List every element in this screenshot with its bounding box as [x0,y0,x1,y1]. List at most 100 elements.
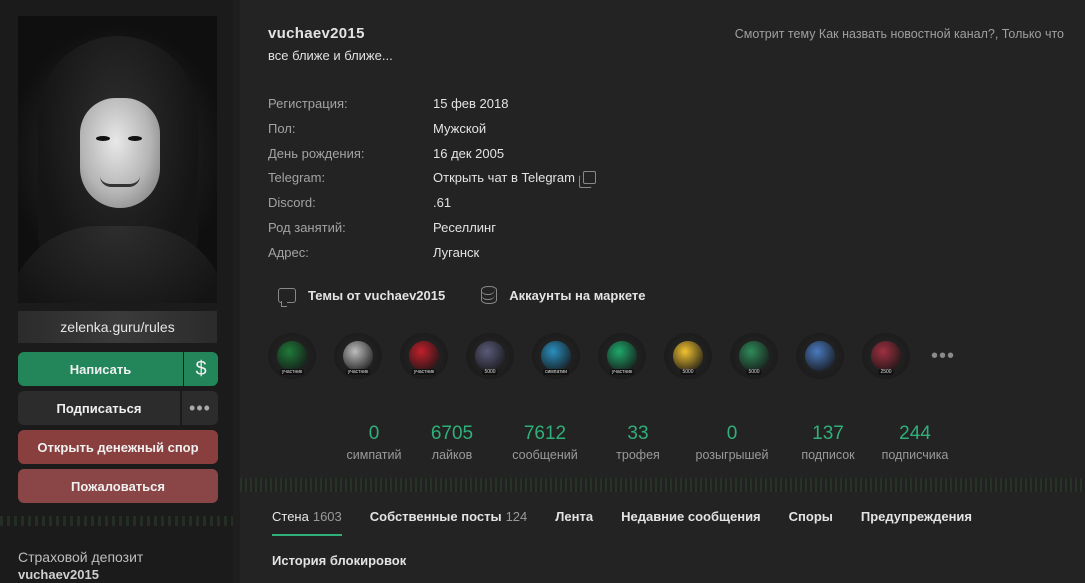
info-row-birthday: День рождения: 16 дек 2005 [268,146,788,171]
heart-5000-badge-icon[interactable]: 5000 [664,333,712,379]
info-value: Луганск [433,244,480,260]
tab-warnings[interactable]: Предупреждения [847,500,986,532]
tab-ban-history[interactable]: История блокировок [258,544,420,576]
counter-label: розыгрышей [695,448,769,462]
counter-label: симпатий [346,448,402,462]
profile-status: все ближе и ближе... [268,48,393,63]
tab-row: Стена 1603 Собственные посты 124 Лента Нед… [258,500,1078,536]
tab-label: История блокировок [272,552,407,568]
valorant-badge-icon[interactable]: участник [400,333,448,379]
market-accounts-link[interactable]: Аккаунты на маркете [480,286,646,304]
insurance-deposit-username[interactable]: vuchaev2015 [18,567,99,582]
decorative-separator [240,478,1085,492]
copy-icon[interactable] [578,171,596,189]
tab-feed[interactable]: Лента [541,500,607,532]
trophy-caption: участник [345,369,371,375]
counter-label: подписчика [881,448,949,462]
user-topics-label: Темы от vuchaev2015 [308,287,446,303]
report-button[interactable]: Пожаловаться [18,469,218,503]
insurance-deposit-label: Страховой депозит [18,549,144,565]
likes-5000-badge-icon[interactable]: 5000 [730,333,778,379]
counter-value: 244 [899,423,931,444]
messages-5000-badge-icon[interactable]: 5000 [466,333,514,379]
info-key: Пол: [268,120,296,136]
counter-label: трофея [616,448,660,462]
database-icon [480,286,498,304]
info-row-telegram: Telegram: Открыть чат в Telegram [268,170,788,195]
counter-value: 0 [726,423,738,444]
trophy-core [673,341,703,371]
avatar-eye-left [96,136,110,141]
counter-value: 0 [368,423,380,444]
user-title-banner: zelenka.guru/rules [18,311,217,343]
trophy-caption: 5000 [680,369,696,375]
counter-item[interactable]: 0 розыгрышей [678,423,786,462]
info-row-registration: Регистрация: 15 фев 2018 [268,96,788,121]
info-key: День рождения: [268,145,365,161]
counter-item[interactable]: 7612 сообщений [492,423,598,462]
profile-info-list: Регистрация: 15 фев 2018 Пол: Мужской Де… [268,96,788,270]
tab-label: Недавние сообщения [621,508,761,524]
subscribe-button[interactable]: Подписаться [18,391,180,425]
trophy-core [541,341,571,371]
counter-item[interactable]: 33 трофея [598,423,678,462]
bot-badge-icon[interactable] [796,333,844,379]
chat-icon [278,287,296,307]
trophy-caption: симпатии [543,369,569,375]
info-value: Мужской [433,120,487,136]
counter-label: сообщений [512,448,578,462]
info-row-address: Адрес: Луганск [268,245,788,270]
counter-value: 33 [627,423,649,444]
tab-row: История блокировок [258,544,1078,576]
counter-label: лайков [431,448,473,462]
trophy-core [475,341,505,371]
transfer-money-button[interactable]: $ [184,352,218,386]
counter-item[interactable]: 137 подписок [786,423,870,462]
counter-item[interactable]: 244 подписчика [870,423,960,462]
messages-2500-badge-icon[interactable]: 2500 [862,333,910,379]
telegram-link[interactable]: Открыть чат в Telegram [433,170,575,185]
profile-sidebar: zelenka.guru/rules Написать $ Подписатьс… [0,0,233,583]
trophy-caption: 5000 [482,369,498,375]
tab-own-posts[interactable]: Собственные посты 124 [356,500,542,532]
trophy-core [277,341,307,371]
info-value: Реселлинг [433,219,496,235]
tab-disputes[interactable]: Споры [775,500,847,532]
counter-item[interactable]: 6705 лайков [412,423,492,462]
info-key: Telegram: [268,170,326,186]
market-accounts-label: Аккаунты на маркете [509,287,646,303]
counter-value: 6705 [430,423,474,444]
trophy-caption: участник [279,369,305,375]
avatar-mask [80,98,160,208]
info-value: 16 дек 2005 [433,145,505,161]
open-dispute-button[interactable]: Открыть денежный спор [18,430,218,464]
trophy-list: участник участник участник 5000 симпатии учас… [268,333,958,379]
ghost-badge-icon[interactable]: участник [598,333,646,379]
rainbow-six-badge-icon[interactable]: участник [268,333,316,379]
trophy-core [739,341,769,371]
roblox-badge-icon[interactable]: участник [334,333,382,379]
tab-wall[interactable]: Стена 1603 [258,500,356,536]
counter-label: подписок [801,448,855,462]
more-trophies-button[interactable]: ••• [928,333,958,379]
trophy-core [409,341,439,371]
tab-label: Собственные посты [369,508,502,524]
last-activity[interactable]: Смотрит тему Как назвать новостной канал… [735,27,1064,41]
trophy-core [871,341,901,371]
avatar[interactable] [18,16,217,303]
trophy-caption: участник [411,369,437,375]
tab-label: Лента [555,508,594,524]
trophy-core [607,341,637,371]
tab-label: Предупреждения [860,508,973,524]
user-topics-link[interactable]: Темы от vuchaev2015 [278,286,446,307]
counter-item[interactable]: 0 симпатий [336,423,412,462]
profile-username: vuchaev2015 [268,25,365,42]
more-actions-button[interactable]: ••• [182,391,218,425]
trophy-core [805,341,835,371]
avatar-eye-right [128,136,142,141]
counter-value: 137 [812,423,844,444]
tab-recent-messages[interactable]: Недавние сообщения [607,500,775,532]
write-message-button[interactable]: Написать [18,352,183,386]
sympathy-badge-icon[interactable]: симпатии [532,333,580,379]
profile-counters: 0 симпатий 6705 лайков 7612 сообщений 33 трофея… [336,423,960,462]
